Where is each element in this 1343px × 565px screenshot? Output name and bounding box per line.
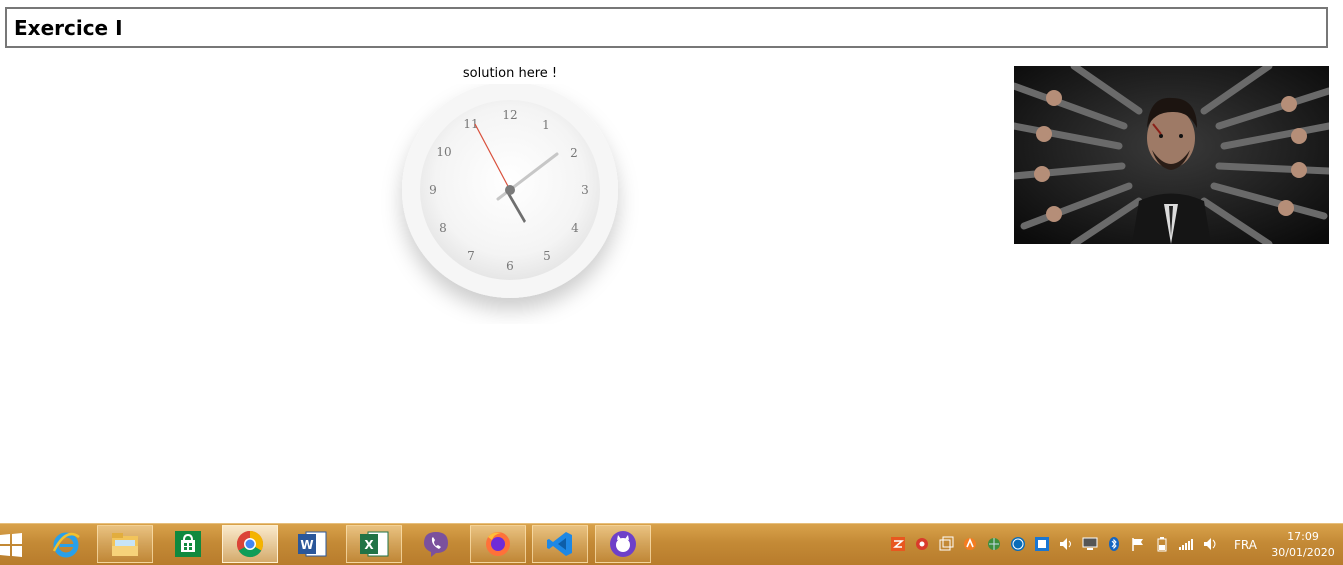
store-icon — [175, 531, 201, 557]
tray-windows-icon[interactable] — [938, 536, 954, 552]
taskbar-app-github-desktop[interactable] — [595, 525, 651, 563]
github-icon — [610, 531, 636, 557]
taskbar-app-excel[interactable]: X — [346, 525, 402, 563]
start-button[interactable] — [0, 532, 24, 558]
clock-number-2: 2 — [570, 146, 578, 160]
clock-number-5: 5 — [543, 249, 551, 263]
tray-network-globe-icon[interactable] — [986, 536, 1002, 552]
viber-icon — [424, 532, 448, 557]
tray-battery-icon[interactable] — [1154, 536, 1170, 552]
taskbar-app-firefox[interactable] — [470, 525, 526, 563]
page-header: Exercice I — [5, 7, 1328, 48]
excel-icon: X — [360, 531, 389, 557]
internet-explorer-icon — [52, 532, 80, 558]
word-icon: W — [298, 531, 327, 557]
tray-display-icon[interactable] — [1082, 536, 1098, 552]
taskbar-app-ie[interactable] — [38, 525, 94, 563]
analog-clock: 12 1 2 3 4 5 6 7 8 9 10 11 — [380, 82, 640, 324]
clock-number-7: 7 — [467, 249, 475, 263]
clock-number-9: 9 — [429, 183, 437, 197]
tray-bluetooth-icon[interactable] — [1106, 536, 1122, 552]
tray-sync-icon[interactable] — [914, 536, 930, 552]
tray-avast-icon[interactable] — [962, 536, 978, 552]
taskbar: W X FRA 17:09 30/01/2020 — [0, 523, 1343, 565]
clock-number-10: 10 — [436, 145, 451, 159]
clock-number-4: 4 — [571, 221, 579, 235]
tray-flag-icon[interactable] — [1130, 536, 1146, 552]
clock-number-8: 8 — [439, 221, 447, 235]
taskbar-app-store[interactable] — [160, 525, 216, 563]
chrome-icon — [236, 530, 264, 558]
taskbar-app-vscode[interactable] — [532, 525, 588, 563]
tray-dell-support-icon[interactable] — [1034, 536, 1050, 552]
language-indicator[interactable]: FRA — [1234, 538, 1257, 552]
taskbar-app-viber[interactable] — [408, 525, 464, 563]
tray-app-icon[interactable] — [890, 536, 906, 552]
taskbar-app-chrome[interactable] — [222, 525, 278, 563]
solution-text: solution here ! — [462, 66, 558, 81]
svg-text:X: X — [364, 538, 374, 552]
system-clock-date[interactable]: 30/01/2020 — [1266, 546, 1340, 559]
taskbar-app-word[interactable]: W — [284, 525, 340, 563]
firefox-icon — [486, 532, 510, 556]
page-title: Exercice I — [14, 16, 123, 40]
poster-image — [1014, 66, 1329, 244]
tray-speaker-icon[interactable] — [1058, 536, 1074, 552]
system-clock-time[interactable]: 17:09 — [1266, 530, 1340, 543]
folder-icon — [112, 533, 138, 556]
tray-dell-icon[interactable] — [1010, 536, 1026, 552]
clock-number-11: 11 — [463, 117, 478, 131]
taskbar-app-file-explorer[interactable] — [97, 525, 153, 563]
clock-number-12: 12 — [502, 108, 517, 122]
clock-center — [505, 185, 515, 195]
clock-number-3: 3 — [581, 183, 589, 197]
vscode-icon — [547, 532, 572, 556]
clock-number-1: 1 — [542, 118, 550, 132]
clock-number-6: 6 — [506, 259, 514, 273]
tray-volume-icon[interactable] — [1202, 536, 1218, 552]
windows-logo-icon — [0, 533, 22, 557]
tray-wifi-signal-icon[interactable] — [1178, 536, 1194, 552]
svg-text:W: W — [300, 538, 313, 552]
